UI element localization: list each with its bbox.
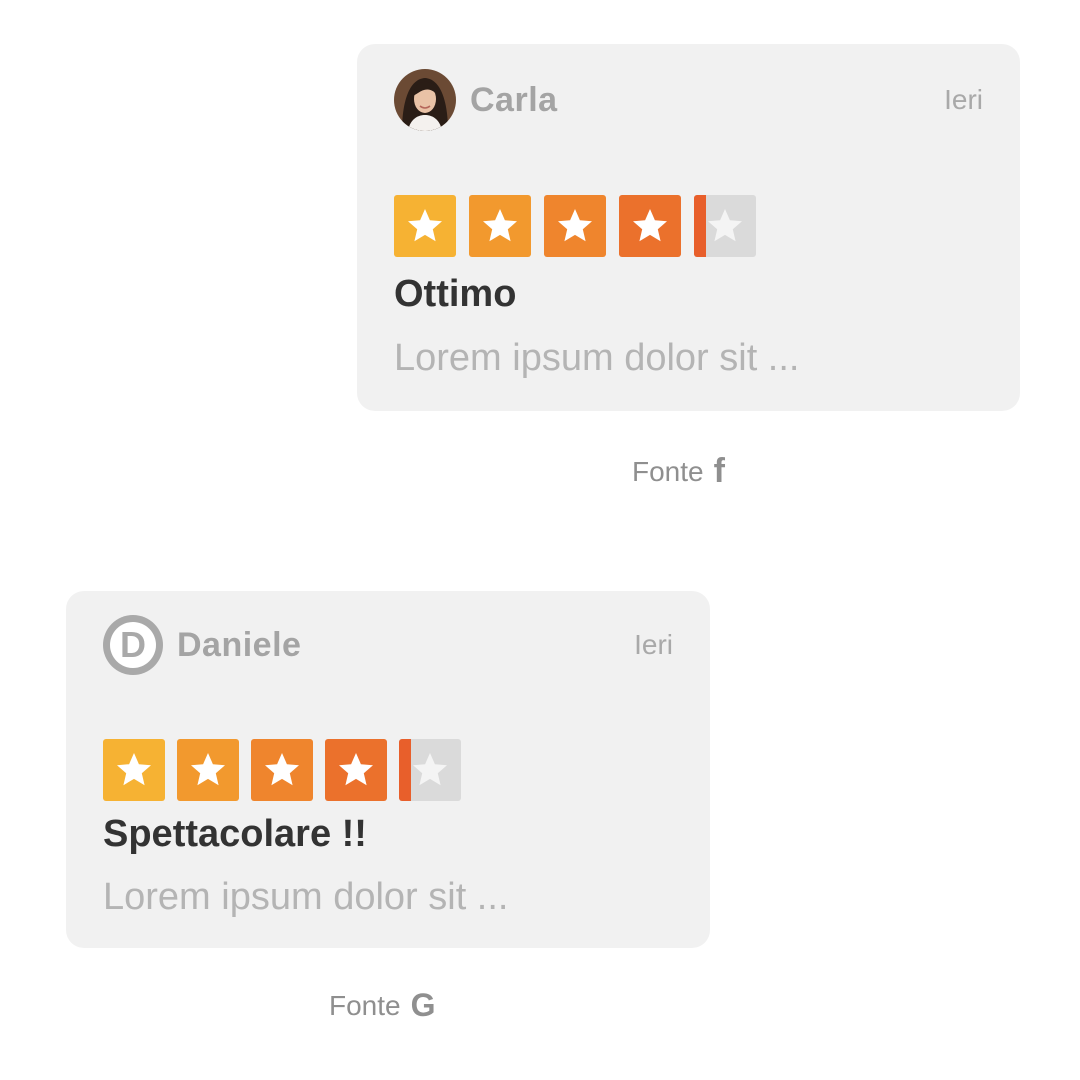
- review-body: Lorem ipsum dolor sit ...: [394, 337, 800, 379]
- avatar: D: [103, 615, 163, 675]
- star-rating: [394, 195, 756, 257]
- star-icon: [408, 209, 442, 242]
- star-filled: [325, 739, 387, 801]
- star-rating: [103, 739, 461, 801]
- review-header: D Daniele Ieri: [103, 614, 673, 676]
- star-partial: [694, 195, 756, 257]
- review-title: Ottimo: [394, 273, 517, 315]
- star-icon: [633, 209, 667, 242]
- star-filled: [103, 739, 165, 801]
- review-card-daniele: D Daniele Ieri Spettacolare !! Lorem ips…: [66, 591, 710, 948]
- review-title: Spettacolare !!: [103, 813, 367, 855]
- review-date: Ieri: [634, 629, 673, 660]
- star-icon: [265, 753, 299, 786]
- avatar-initial: D: [110, 622, 156, 668]
- star-icon: [191, 753, 225, 786]
- star-icon: [413, 753, 447, 786]
- review-card-carla: Carla Ieri Ottimo Lorem ipsum dolor sit …: [357, 44, 1020, 411]
- reviewer-name: Daniele: [177, 625, 302, 664]
- source-label: Fonte: [329, 989, 401, 1021]
- star-icon: [708, 209, 742, 242]
- google-icon: G: [410, 987, 436, 1023]
- review-source[interactable]: Fonte G: [329, 987, 436, 1024]
- star-icon: [117, 753, 151, 786]
- reviewer-name: Carla: [470, 80, 558, 119]
- star-icon: [483, 209, 517, 242]
- star-filled: [469, 195, 531, 257]
- star-filled: [251, 739, 313, 801]
- star-partial: [399, 739, 461, 801]
- avatar: [394, 69, 456, 131]
- star-icon: [339, 753, 373, 786]
- review-date: Ieri: [944, 84, 983, 115]
- star-filled: [394, 195, 456, 257]
- star-filled: [177, 739, 239, 801]
- star-filled: [544, 195, 606, 257]
- facebook-icon: f: [713, 452, 725, 490]
- review-header: Carla Ieri: [394, 69, 983, 131]
- source-label: Fonte: [632, 455, 704, 487]
- review-body: Lorem ipsum dolor sit ...: [103, 876, 509, 918]
- star-icon: [558, 209, 592, 242]
- star-filled: [619, 195, 681, 257]
- avatar-photo: [394, 69, 456, 131]
- review-source[interactable]: Fonte f: [632, 452, 725, 491]
